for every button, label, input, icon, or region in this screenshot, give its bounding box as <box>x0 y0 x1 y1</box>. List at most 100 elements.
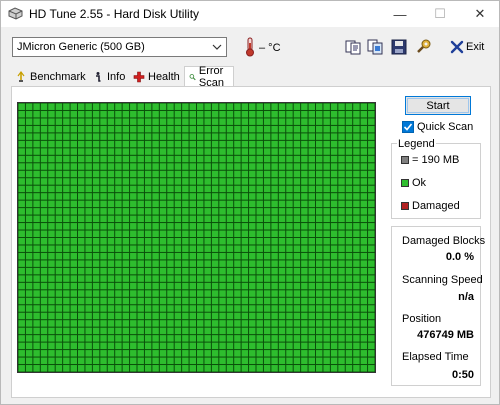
scan-block <box>263 297 271 305</box>
scan-block <box>63 155 70 163</box>
scan-block <box>25 200 33 208</box>
exit-icon[interactable] <box>450 40 464 54</box>
scan-block <box>360 163 368 170</box>
drive-select[interactable]: JMicron Generic (500 GB) <box>12 37 227 57</box>
scan-block <box>40 185 48 193</box>
scan-block <box>204 215 211 223</box>
tab-error-scan[interactable]: Error Scan <box>184 65 235 89</box>
scan-block <box>122 163 130 170</box>
scan-block <box>219 305 226 312</box>
scan-block <box>278 312 286 320</box>
window-title: HD Tune 2.55 - Hard Disk Utility <box>29 7 200 21</box>
scan-block <box>115 155 122 163</box>
scan-block <box>219 350 226 357</box>
scan-block <box>293 260 301 267</box>
copy-screenshot-icon[interactable] <box>366 38 384 56</box>
scan-block <box>85 170 92 178</box>
scan-block <box>152 312 159 320</box>
scan-block <box>55 312 63 320</box>
scan-block <box>55 335 63 342</box>
copy-text-icon[interactable] <box>344 38 362 56</box>
scan-block <box>316 193 323 200</box>
scan-block <box>115 342 122 350</box>
scan-block <box>70 335 77 342</box>
scan-block <box>152 260 159 267</box>
scan-block <box>204 125 211 133</box>
checkbox-checked-icon[interactable] <box>402 121 414 133</box>
tab-info[interactable]: Info <box>88 67 130 86</box>
scan-block <box>18 238 25 245</box>
scan-block <box>271 238 278 245</box>
scan-block <box>353 335 360 342</box>
scan-block <box>48 133 55 140</box>
scan-block <box>18 125 25 133</box>
scan-block <box>167 290 174 297</box>
scan-block <box>107 193 115 200</box>
scan-block <box>345 350 353 357</box>
scan-block <box>100 133 107 140</box>
scan-block <box>107 125 115 133</box>
scan-block <box>18 297 25 305</box>
scan-block <box>263 320 271 327</box>
scan-block <box>115 200 122 208</box>
exit-button-label[interactable]: Exit <box>466 41 484 53</box>
scan-block <box>256 215 263 223</box>
scan-block <box>286 200 293 208</box>
scan-block <box>78 282 85 290</box>
scan-block <box>174 350 182 357</box>
scan-block <box>159 275 167 282</box>
maximize-button[interactable]: ☐ <box>421 1 459 27</box>
scan-block <box>323 312 330 320</box>
scan-block <box>137 290 144 297</box>
scan-block <box>55 342 63 350</box>
scan-block <box>330 357 338 365</box>
scan-block <box>211 290 219 297</box>
tab-benchmark[interactable]: Benchmark <box>11 67 90 86</box>
scan-block <box>70 185 77 193</box>
damaged-swatch <box>401 202 409 210</box>
scan-block <box>293 305 301 312</box>
scan-block <box>249 163 256 170</box>
scan-block <box>40 110 48 118</box>
scan-block <box>78 178 85 185</box>
scan-block <box>189 155 196 163</box>
scan-block <box>174 155 182 163</box>
minimize-button[interactable]: — <box>381 1 419 27</box>
scan-block <box>137 185 144 193</box>
scan-block <box>353 350 360 357</box>
scan-block <box>18 200 25 208</box>
scan-block <box>301 350 308 357</box>
scan-block <box>100 223 107 230</box>
scan-block <box>345 193 353 200</box>
scan-block <box>63 357 70 365</box>
save-icon[interactable] <box>390 38 408 56</box>
scan-block <box>55 357 63 365</box>
scan-block <box>301 335 308 342</box>
scan-block <box>167 170 174 178</box>
scan-block <box>204 208 211 215</box>
scan-block <box>70 297 77 305</box>
scan-block <box>241 215 249 223</box>
scan-block <box>25 193 33 200</box>
scan-block <box>234 155 241 163</box>
scan-block <box>107 103 115 110</box>
scan-block <box>338 312 345 320</box>
scan-block <box>368 133 375 140</box>
scan-block <box>226 223 234 230</box>
scan-block <box>137 335 144 342</box>
scan-block <box>211 297 219 305</box>
scan-block <box>137 365 144 372</box>
scan-block <box>85 260 92 267</box>
scan-block <box>70 238 77 245</box>
start-button[interactable]: Start <box>405 96 471 115</box>
scan-block <box>48 282 55 290</box>
scan-block <box>234 185 241 193</box>
options-icon[interactable] <box>415 38 433 56</box>
quick-scan-checkbox[interactable]: Quick Scan <box>402 121 473 133</box>
position-value: 476749 MB <box>417 329 474 341</box>
scan-block <box>85 133 92 140</box>
scan-block <box>353 305 360 312</box>
close-button[interactable]: ✕ <box>461 1 499 27</box>
scan-block <box>100 185 107 193</box>
tab-health[interactable]: Health <box>129 67 184 86</box>
